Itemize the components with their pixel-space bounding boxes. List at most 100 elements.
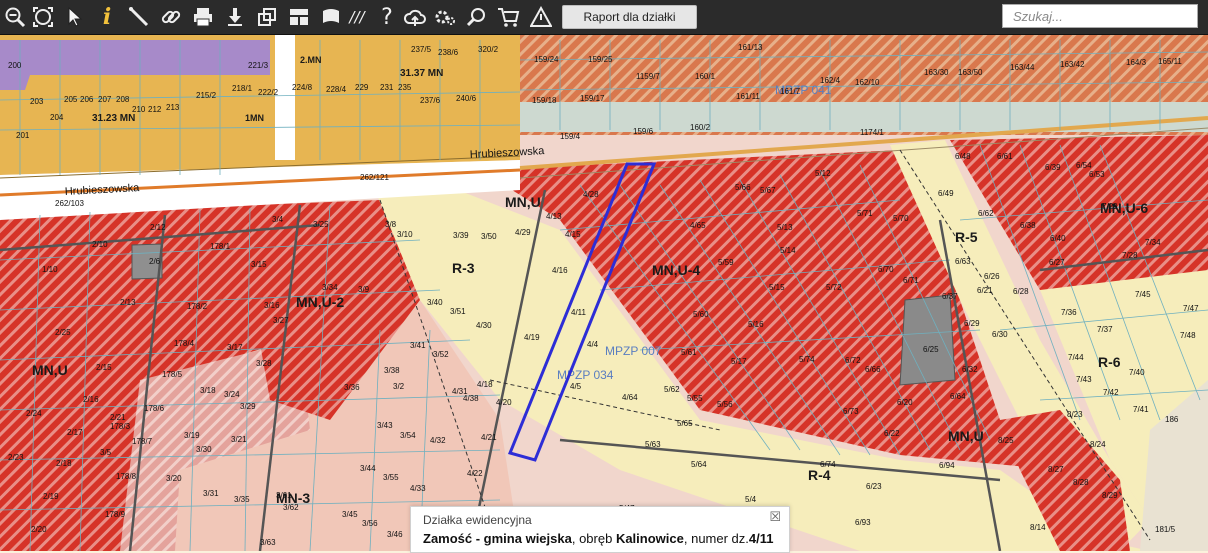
pointer-icon[interactable] bbox=[62, 4, 88, 30]
download-icon[interactable] bbox=[222, 4, 248, 30]
parcel-number-label: 6/63 bbox=[955, 257, 971, 266]
help-icon[interactable]: ? bbox=[374, 4, 400, 30]
parcel-number-label: 3/21 bbox=[231, 435, 247, 444]
parcel-number-label: 6/27 bbox=[1049, 258, 1065, 267]
parcel-number-label: 6/20 bbox=[897, 398, 913, 407]
parcel-number-label: 7/37 bbox=[1097, 325, 1113, 334]
parcel-number-label: 2/19 bbox=[43, 492, 59, 501]
popup-sep: , numer dz. bbox=[683, 531, 749, 546]
street-label: 262/121 bbox=[360, 173, 389, 182]
parcel-number-label: 8/28 bbox=[1073, 478, 1089, 487]
zone-label: 1MN bbox=[245, 113, 264, 123]
parcel-number-label: 235 bbox=[398, 83, 412, 92]
parcel-number-label: 224/8 bbox=[292, 83, 313, 92]
parcel-number-label: 178/5 bbox=[162, 370, 183, 379]
parcel-number-label: 8/24 bbox=[1090, 440, 1106, 449]
parcel-number-label: 7/40 bbox=[1129, 368, 1145, 377]
parcel-number-label: 3/61 bbox=[276, 491, 292, 500]
parcel-number-label: 2/17 bbox=[67, 428, 83, 437]
measure-icon[interactable] bbox=[126, 4, 152, 30]
popup-municipality: Zamość - gmina wiejska bbox=[423, 531, 572, 546]
map-canvas[interactable]: MN,U R-3 MN,U-4 R-5 MN,U-6 MN,U-2 MN,U R… bbox=[0, 35, 1208, 551]
parcel-number-label: 4/20 bbox=[496, 398, 512, 407]
parcel-number-label: 3/51 bbox=[450, 307, 466, 316]
parcel-number-label: 4/18 bbox=[477, 380, 493, 389]
search-input[interactable] bbox=[1002, 4, 1198, 28]
parcel-number-label: 7/29 bbox=[1102, 202, 1118, 211]
parcel-number-label: 5/55 bbox=[687, 394, 703, 403]
parcel-number-label: 8/29 bbox=[1102, 491, 1118, 500]
parcel-number-label: 178/7 bbox=[132, 437, 153, 446]
parcel-number-label: 3/10 bbox=[397, 230, 413, 239]
parcel-number-label: 162/4 bbox=[820, 76, 841, 85]
parcel-number-label: 159/6 bbox=[633, 127, 654, 136]
parcel-number-label: 7/45 bbox=[1135, 290, 1151, 299]
link-icon[interactable] bbox=[158, 4, 184, 30]
parcel-number-label: 3/35 bbox=[234, 495, 250, 504]
parcel-number-label: 3/8 bbox=[385, 220, 397, 229]
close-icon[interactable]: ☒ bbox=[769, 510, 781, 525]
settings-icon[interactable] bbox=[432, 4, 458, 30]
parcel-number-label: 4/28 bbox=[583, 190, 599, 199]
parcel-number-label: 320/2 bbox=[478, 45, 499, 54]
parcel-number-label: 5/71 bbox=[857, 209, 873, 218]
parcel-report-button[interactable]: Raport dla działki bbox=[562, 5, 697, 29]
parcel-number-label: 5/17 bbox=[731, 357, 747, 366]
plan-label: MPZP 007 bbox=[605, 344, 662, 358]
parcel-number-label: 3/25 bbox=[313, 220, 329, 229]
parcel-number-label: 3/19 bbox=[184, 431, 200, 440]
zone-label: MN,U bbox=[948, 428, 984, 444]
zoom-extent-icon[interactable] bbox=[30, 4, 56, 30]
print-icon[interactable] bbox=[190, 4, 216, 30]
info-icon[interactable]: i bbox=[94, 4, 120, 30]
cloud-upload-icon[interactable] bbox=[402, 4, 428, 30]
parcel-number-label: 1174/1 bbox=[860, 128, 884, 137]
zoom-out-icon[interactable] bbox=[2, 4, 28, 30]
parcel-number-label: 7/28 bbox=[1122, 251, 1138, 260]
layout-icon[interactable] bbox=[286, 4, 312, 30]
parcel-number-label: 2/21 bbox=[110, 413, 126, 422]
map-sheet-icon[interactable] bbox=[318, 4, 344, 30]
parcel-number-label: 3/30 bbox=[196, 445, 212, 454]
parcel-number-label: 6/25 bbox=[923, 345, 939, 354]
parcel-number-label: 2/6 bbox=[149, 257, 161, 266]
parcel-number-label: 201 bbox=[16, 131, 30, 140]
parcel-number-label: 4/65 bbox=[690, 221, 706, 230]
parcel-number-label: 3/36 bbox=[344, 383, 360, 392]
parcel-number-label: 6/40 bbox=[1050, 234, 1066, 243]
cart-icon[interactable] bbox=[496, 4, 522, 30]
parcel-number-label: 5/60 bbox=[693, 310, 709, 319]
parcel-number-label: 6/22 bbox=[884, 429, 900, 438]
parcel-number-label: 5/4 bbox=[745, 495, 757, 504]
parcel-number-label: 213 bbox=[166, 103, 180, 112]
parcel-number-label: 7/43 bbox=[1076, 375, 1092, 384]
zone-label: 2.MN bbox=[300, 55, 322, 65]
parcel-number-label: 206 bbox=[80, 95, 94, 104]
parcel-number-label: 5/66 bbox=[735, 183, 751, 192]
parcel-number-label: 4/13 bbox=[546, 212, 562, 221]
parcel-number-label: 160/1 bbox=[695, 72, 716, 81]
parcel-number-label: 2/18 bbox=[56, 459, 72, 468]
layers-icon[interactable] bbox=[254, 4, 280, 30]
parcel-number-label: 3/54 bbox=[400, 431, 416, 440]
popup-parcel-line: Zamość - gmina wiejska, obręb Kalinowice… bbox=[423, 531, 773, 546]
parcel-number-label: 5/61 bbox=[681, 348, 697, 357]
warning-icon[interactable] bbox=[528, 4, 554, 30]
parcel-number-label: 207 bbox=[98, 95, 112, 104]
parcel-number-label: 7/41 bbox=[1133, 405, 1149, 414]
parcel-number-label: 178/3 bbox=[110, 422, 131, 431]
parcel-number-label: 2/16 bbox=[83, 395, 99, 404]
parcel-number-label: 6/54 bbox=[1076, 161, 1092, 170]
parcel-number-label: 5/67 bbox=[760, 186, 776, 195]
parcel-number-label: 3/9 bbox=[358, 285, 370, 294]
parcel-number-label: 1/10 bbox=[42, 265, 58, 274]
hatch-icon[interactable]: /// bbox=[344, 4, 370, 30]
parcel-number-label: 6/29 bbox=[964, 319, 980, 328]
search-zoom-icon[interactable] bbox=[464, 4, 490, 30]
parcel-number-label: 163/30 bbox=[924, 68, 949, 77]
street-label: 262/103 bbox=[55, 199, 84, 208]
parcel-number-label: 5/15 bbox=[769, 283, 785, 292]
parcel-number-label: 8/23 bbox=[1067, 410, 1083, 419]
parcel-number-label: 6/30 bbox=[992, 330, 1008, 339]
parcel-number-label: 4/22 bbox=[467, 469, 483, 478]
